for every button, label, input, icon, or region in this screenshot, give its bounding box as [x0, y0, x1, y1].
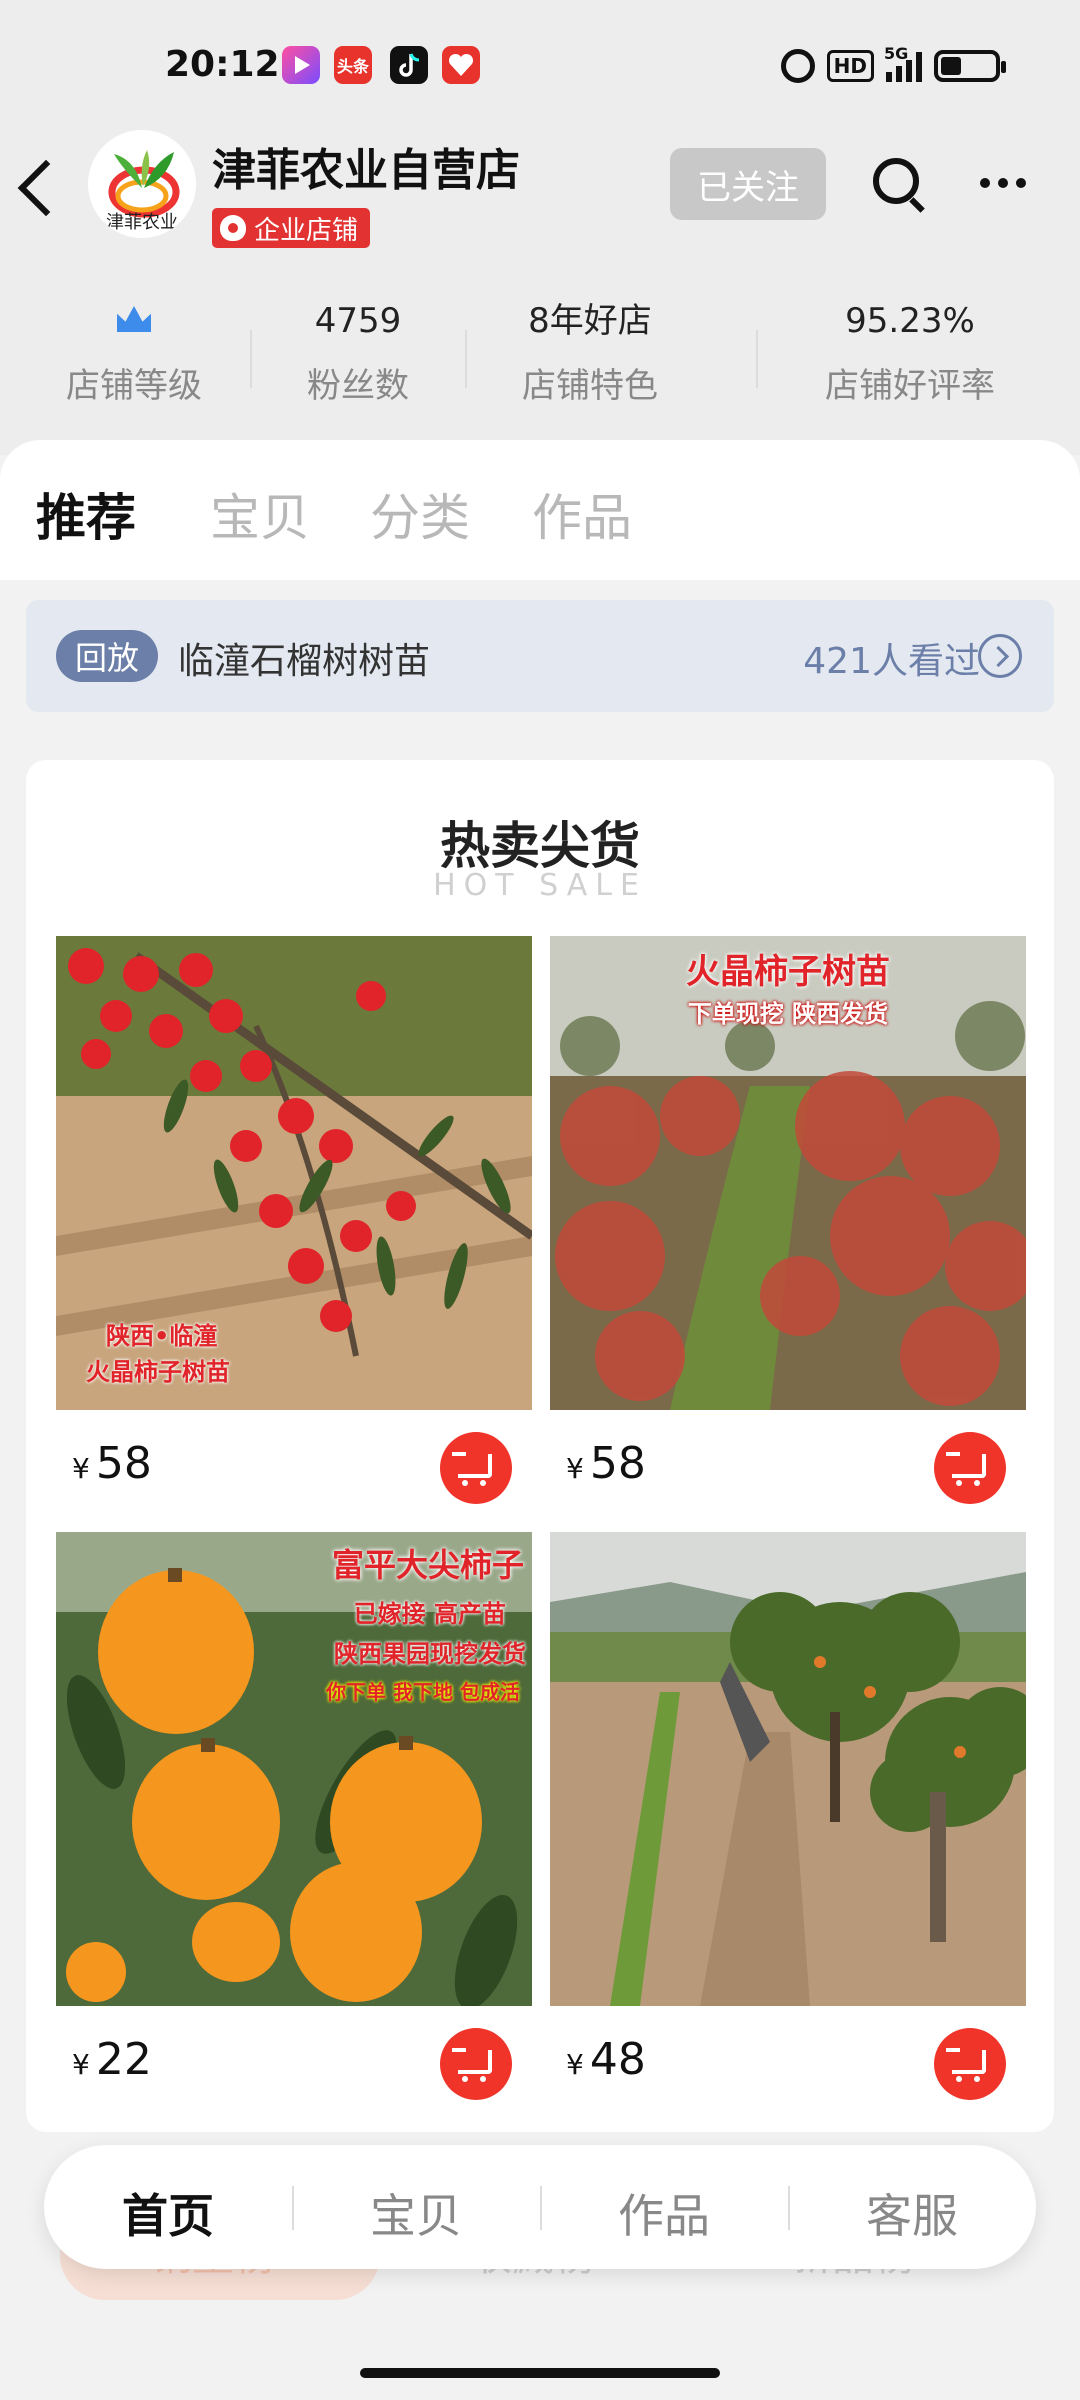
- signal-icon: 5G: [884, 44, 922, 82]
- product-overlay-text: 陕西果园现挖发货: [334, 1640, 526, 1668]
- status-bar: 20:12 头条 HD 5G: [0, 0, 1080, 130]
- status-time: 20:12: [165, 44, 280, 85]
- divider: [465, 330, 467, 388]
- home-indicator[interactable]: [360, 2368, 720, 2378]
- hd-icon: HD: [826, 50, 874, 82]
- product-overlay-text: 火晶柿子树苗: [86, 1358, 230, 1386]
- price-value: 22: [95, 2034, 152, 2085]
- product-price: ¥48: [566, 2034, 646, 2085]
- battery-icon: [934, 50, 1006, 82]
- currency-symbol: ¥: [566, 1452, 584, 1485]
- product-price: ¥22: [72, 2034, 152, 2085]
- replay-title: 临潼石榴树树苗: [178, 641, 431, 682]
- replay-views: 421人看过: [803, 641, 980, 682]
- price-value: 58: [95, 1438, 152, 1489]
- nav-home[interactable]: 首页: [44, 2180, 292, 2246]
- stat-label: 店铺特色: [522, 366, 658, 406]
- add-to-cart-button[interactable]: [440, 1432, 512, 1504]
- product-price: ¥58: [72, 1438, 152, 1489]
- logo-text: 津菲农业: [106, 212, 178, 233]
- stat-value: 95.23%: [845, 301, 975, 341]
- currency-symbol: ¥: [72, 1452, 90, 1485]
- nav-items[interactable]: 宝贝: [292, 2180, 540, 2246]
- add-to-cart-button[interactable]: [440, 2028, 512, 2100]
- badge-label: 企业店铺: [254, 215, 359, 246]
- enterprise-badge: 企业店铺: [212, 208, 371, 248]
- toutiao-label: 头条: [336, 57, 369, 76]
- video-app-icon: [282, 46, 320, 84]
- shop-logo[interactable]: 津菲农业: [88, 130, 196, 238]
- tab-recommend[interactable]: 推荐: [36, 478, 136, 550]
- shop-name: 津菲农业自营店: [212, 145, 520, 196]
- price-value: 48: [589, 2034, 646, 2085]
- nav-customer-service[interactable]: 客服: [788, 2180, 1036, 2246]
- product-overlay-text: 富平大尖柿子: [331, 1546, 524, 1584]
- add-to-cart-button[interactable]: [934, 2028, 1006, 2100]
- tab-items[interactable]: 宝贝: [210, 478, 310, 550]
- tab-categories[interactable]: 分类: [370, 478, 470, 550]
- product-image[interactable]: 陕西•临潼 火晶柿子树苗: [56, 936, 532, 1410]
- product-overlay-text: 陕西•临潼: [106, 1322, 218, 1350]
- alarm-icon: [780, 49, 815, 83]
- stat-label: 店铺等级: [66, 366, 202, 406]
- chevron-right-icon[interactable]: [978, 634, 1022, 678]
- divider: [756, 330, 758, 388]
- product-overlay-text: 火晶柿子树苗: [686, 952, 890, 992]
- product-image[interactable]: 火晶柿子树苗 下单现挖 陕西发货: [550, 936, 1026, 1410]
- currency-symbol: ¥: [72, 2048, 90, 2081]
- toutiao-app-icon: 头条: [334, 46, 372, 84]
- stat-value: 4759: [314, 301, 402, 341]
- stat-feature[interactable]: 8年好店 店铺特色: [480, 296, 700, 407]
- section-subtitle: HOT SALE: [433, 868, 647, 903]
- nav-works[interactable]: 作品: [540, 2180, 788, 2246]
- price-value: 58: [589, 1438, 646, 1489]
- stat-value: 8年好店: [528, 301, 652, 341]
- network-label: 5G: [884, 44, 909, 63]
- stat-label: 粉丝数: [307, 366, 409, 406]
- stat-followers[interactable]: 4759 粉丝数: [248, 296, 468, 407]
- product-overlay-text: 下单现挖 陕西发货: [687, 1000, 889, 1028]
- add-to-cart-button[interactable]: [934, 1432, 1006, 1504]
- stat-shop-level[interactable]: 店铺等级: [24, 296, 244, 407]
- shield-icon: [220, 215, 246, 241]
- stat-rating[interactable]: 95.23% 店铺好评率: [780, 296, 1040, 407]
- product-price: ¥58: [566, 1438, 646, 1489]
- product-overlay-text: 已嫁接 高产苗: [353, 1600, 506, 1628]
- product-image[interactable]: 富平大尖柿子 已嫁接 高产苗 陕西果园现挖发货 你下单 我下地 包成活: [56, 1532, 532, 2006]
- douyin-app-icon: [390, 46, 428, 84]
- follow-button[interactable]: 已关注: [670, 148, 826, 220]
- more-icon[interactable]: [980, 178, 1026, 188]
- replay-badge: 回放: [56, 630, 158, 682]
- crown-icon: [117, 306, 151, 332]
- currency-symbol: ¥: [566, 2048, 584, 2081]
- heart-app-icon: [442, 46, 480, 84]
- product-overlay-text: 你下单 我下地 包成活: [326, 1680, 520, 1704]
- tab-works[interactable]: 作品: [532, 478, 632, 550]
- status-right-icons: HD 5G: [780, 44, 1006, 86]
- stat-label: 店铺好评率: [825, 366, 995, 406]
- search-icon[interactable]: [873, 158, 919, 204]
- product-image[interactable]: [550, 1532, 1026, 2006]
